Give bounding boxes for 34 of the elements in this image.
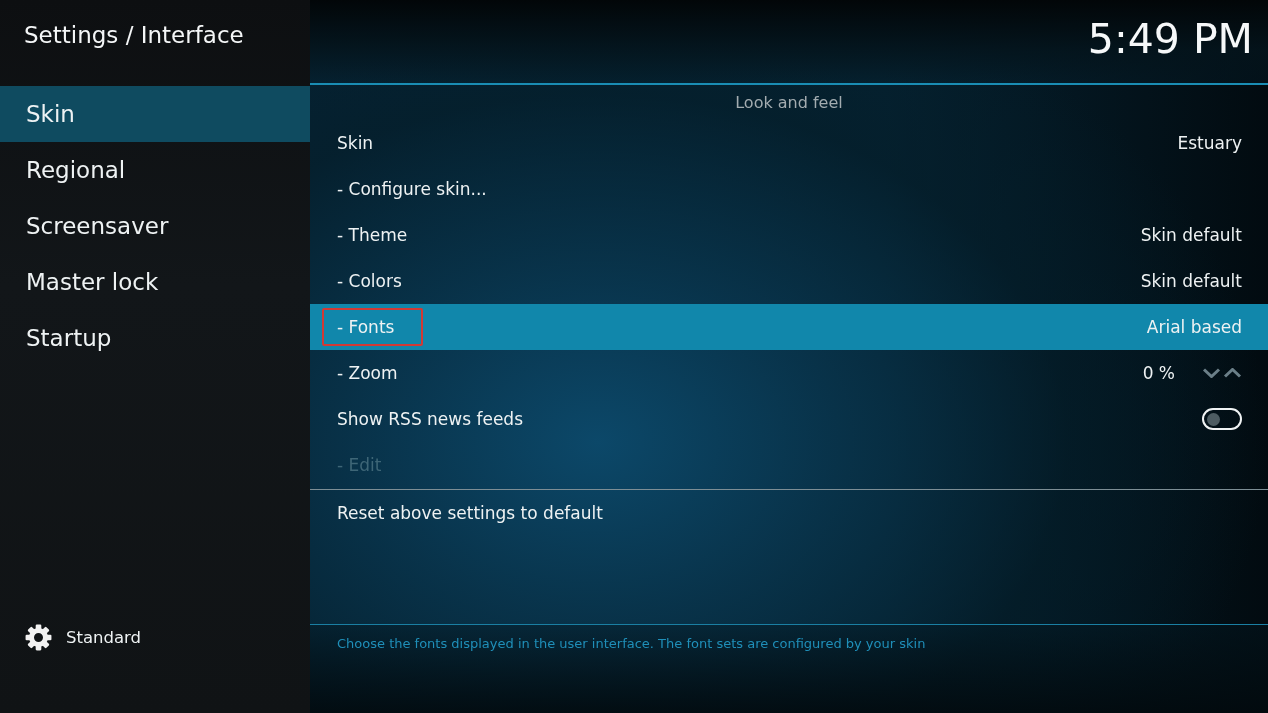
sidebar-item[interactable]: Screensaver xyxy=(0,198,310,254)
setting-label: - Zoom xyxy=(337,363,398,383)
setting-value: Arial based xyxy=(1146,317,1242,337)
setting-row[interactable]: - Theme Skin default xyxy=(310,212,1268,258)
setting-row[interactable]: - Fonts Arial based xyxy=(310,304,1268,350)
setting-description: Choose the fonts displayed in the user interface. The font sets are configured by your skin xyxy=(337,636,926,651)
setting-row[interactable]: - Configure skin... xyxy=(310,166,1268,212)
setting-label: Show RSS news feeds xyxy=(337,409,524,429)
setting-label: Skin xyxy=(337,133,374,153)
setting-value: Skin default xyxy=(1140,271,1242,291)
sidebar-item[interactable]: Regional xyxy=(0,142,310,198)
setting-value: Skin default xyxy=(1140,225,1242,245)
settings-level-button[interactable]: Standard xyxy=(25,624,142,651)
sidebar-item[interactable]: Skin xyxy=(0,86,310,142)
setting-label: - Colors xyxy=(337,271,402,291)
setting-row[interactable]: - Zoom 0 % xyxy=(310,350,1268,396)
setting-label: - Configure skin... xyxy=(337,179,487,199)
setting-value: 0 % xyxy=(1142,363,1175,383)
setting-label: - Theme xyxy=(337,225,408,245)
setting-value: Estuary xyxy=(1177,133,1242,153)
chevron-up-icon[interactable] xyxy=(1223,368,1242,378)
section-heading: Look and feel xyxy=(735,93,843,112)
reset-setting-item[interactable]: Reset above settings to default xyxy=(310,490,1268,536)
window-title: Settings / Interface xyxy=(24,22,244,48)
sidebar-item[interactable]: Startup xyxy=(0,310,310,366)
toggle-switch[interactable] xyxy=(1202,408,1242,430)
sidebar-item[interactable]: Master lock xyxy=(0,254,310,310)
setting-row[interactable]: Skin Estuary xyxy=(310,120,1268,166)
clock-text: 5:49 PM xyxy=(1087,14,1253,65)
setting-row[interactable]: Show RSS news feeds xyxy=(310,396,1268,442)
setting-label: - Fonts xyxy=(337,317,395,337)
setting-row[interactable]: - Colors Skin default xyxy=(310,258,1268,304)
gear-icon xyxy=(25,624,52,651)
chevron-down-icon[interactable] xyxy=(1202,368,1221,378)
